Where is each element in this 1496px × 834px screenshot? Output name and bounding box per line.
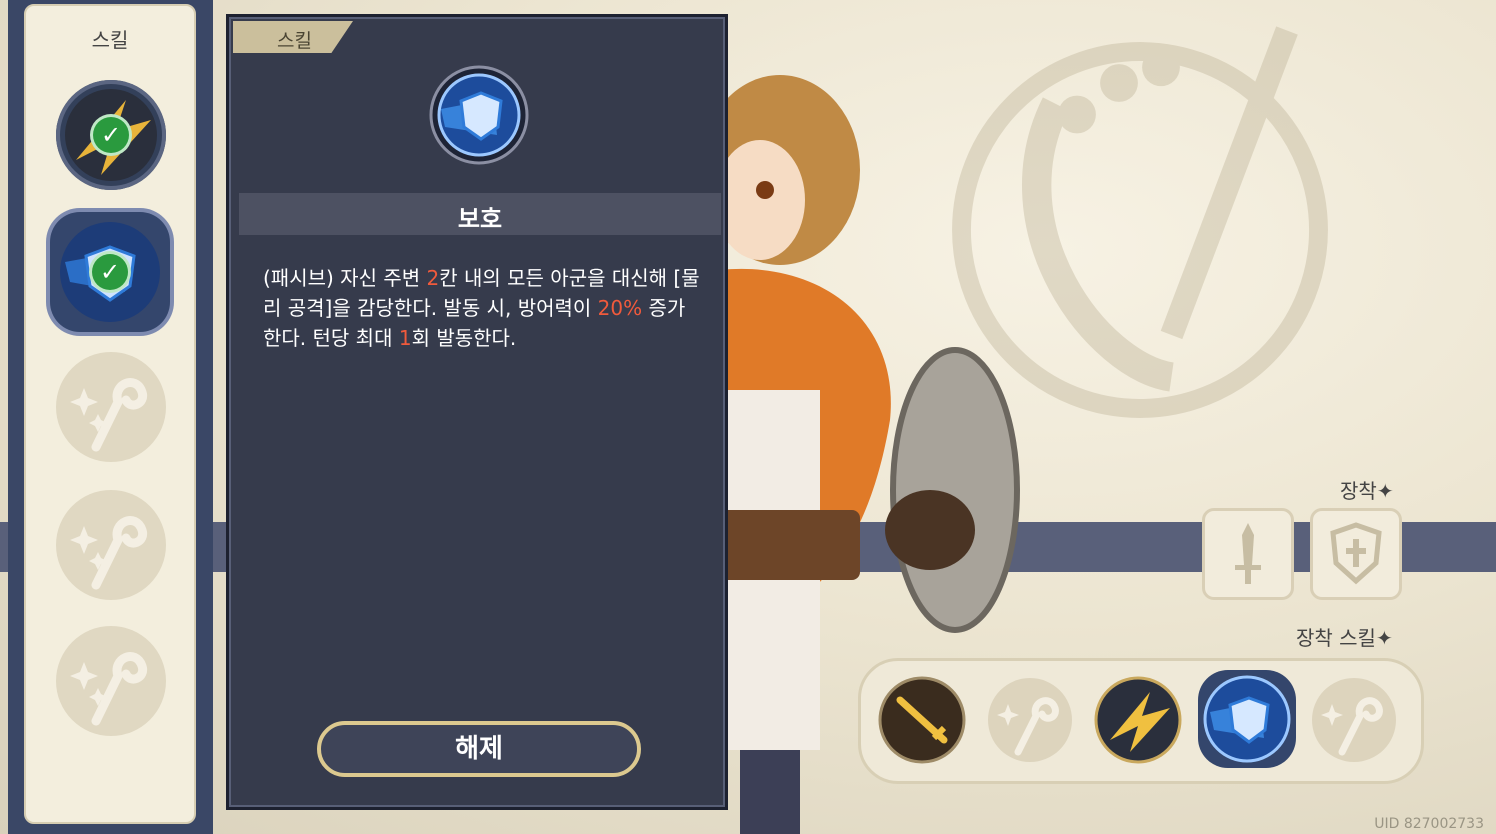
skill-slot-2[interactable]: ✓ [50, 212, 170, 332]
skill-slot-5[interactable] [56, 626, 166, 736]
equipment-label: 장착✦ [1340, 479, 1394, 503]
equipped-skills-label-text: 장착 스킬 [1296, 626, 1376, 650]
equipped-check-icon: ✓ [92, 254, 128, 290]
equipped-skill-slot-1[interactable] [878, 676, 966, 764]
desc-text: 회 발동한다. [411, 326, 517, 350]
skill-name-bar: 보호 [239, 193, 721, 235]
desc-value-count: 1 [398, 326, 412, 350]
desc-text: (패시브) 자신 주변 [263, 266, 427, 290]
user-id: UID 827002733 [1374, 816, 1484, 832]
equipped-skill-slot-5[interactable] [1310, 676, 1398, 764]
golden-sword-icon [878, 676, 966, 764]
unequip-button[interactable]: 해제 [317, 721, 641, 777]
skill-slot-4[interactable] [56, 490, 166, 600]
staff-sparkle-icon [988, 678, 1072, 762]
equipped-skill-slot-3[interactable] [1094, 676, 1182, 764]
golden-burst-icon [1094, 676, 1182, 764]
detail-tab: 스킬 [233, 21, 353, 53]
sword-icon [1235, 523, 1261, 584]
shield-dash-icon [429, 65, 529, 165]
staff-sparkle-icon [1312, 678, 1396, 762]
skill-detail-panel: 스킬 보호 (패시브) 자신 주변 2칸 내의 모든 아군을 대신해 [물리 공… [226, 14, 728, 810]
equipped-skill-slot-4[interactable] [1198, 670, 1296, 768]
detail-tab-label: 스킬 [277, 30, 312, 52]
shield-dash-icon [1203, 675, 1291, 763]
equipment-slot-weapon[interactable] [1202, 508, 1294, 600]
desc-value-defense: 20% [597, 296, 643, 320]
desc-value-range: 2 [426, 266, 440, 290]
staff-sparkle-icon [70, 378, 148, 452]
skill-name: 보호 [457, 205, 503, 233]
shield-cross-icon [1330, 522, 1382, 585]
equipped-skill-slot-2[interactable] [986, 676, 1074, 764]
equipped-check-icon: ✓ [93, 117, 129, 153]
equipped-skills-label: 장착 스킬✦ [1296, 626, 1393, 650]
equipment-label-text: 장착 [1340, 479, 1377, 503]
skill-list-panel: 스킬 ✓ ✓ [24, 4, 196, 824]
staff-sparkle-icon [70, 516, 148, 590]
equipment-slot-armor[interactable] [1310, 508, 1402, 600]
skill-slot-3[interactable] [56, 352, 166, 462]
staff-sparkle-icon [70, 652, 148, 726]
skill-description: (패시브) 자신 주변 2칸 내의 모든 아군을 대신해 [물리 공격]을 감당… [263, 263, 703, 353]
skill-slot-1[interactable]: ✓ [56, 80, 166, 190]
skill-list-title: 스킬 [91, 28, 129, 52]
